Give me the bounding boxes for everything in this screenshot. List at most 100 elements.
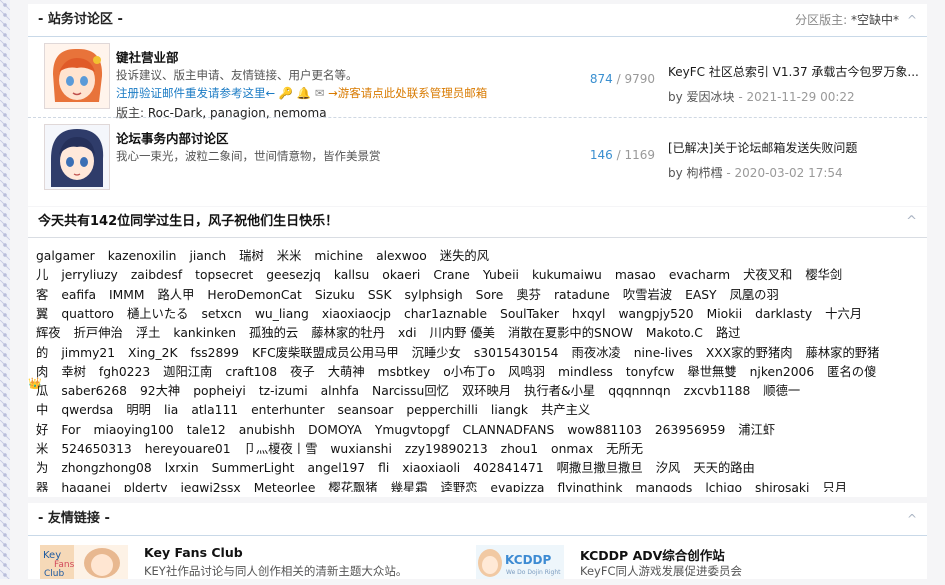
birthday-user-link[interactable]: 儿 (36, 268, 48, 282)
birthday-user-link[interactable]: mangods (635, 481, 692, 492)
birthday-user-link[interactable]: geesezjq (266, 268, 321, 282)
birthday-user-link[interactable]: msbtkey (378, 365, 431, 379)
birthday-user-link[interactable]: kankinken (173, 326, 236, 340)
birthday-user-link[interactable]: xdi (398, 326, 417, 340)
birthday-user-link[interactable]: 藤林家的野猪 (806, 346, 880, 360)
birthday-user-link[interactable]: galgamer (36, 249, 95, 263)
birthday-user-link[interactable]: nine-lives (634, 346, 693, 360)
birthday-user-link[interactable]: XXX家的野猪肉 (706, 346, 793, 360)
birthday-user-link[interactable]: michine (314, 249, 363, 263)
birthday-user-link[interactable]: saber6268 (61, 384, 127, 398)
birthday-user-link[interactable]: 迷失的风 (440, 249, 489, 263)
kcddp-logo[interactable]: KCDDP We Do Dojin Right (476, 545, 564, 579)
birthday-user-link[interactable]: tale12 (187, 423, 226, 437)
birthday-user-link[interactable]: kazenoxilin (108, 249, 177, 263)
birthday-user-link[interactable]: zxcvb1188 (684, 384, 751, 398)
birthday-user-link[interactable]: 浦江虾 (738, 423, 775, 437)
birthday-user-link[interactable]: njken2006 (750, 365, 815, 379)
birthday-user-link[interactable]: wu_liang (255, 307, 309, 321)
birthday-user-link[interactable]: liangk (491, 403, 528, 417)
birthday-user-link[interactable]: 402841471 (473, 461, 543, 475)
birthday-user-link[interactable]: 翼 (36, 307, 48, 321)
birthday-user-link[interactable]: Sore (476, 288, 504, 302)
forum-avatar[interactable] (44, 124, 110, 190)
birthday-user-link[interactable]: 折戸伸治 (74, 326, 123, 340)
friend-link-name[interactable]: Key Fans Club (144, 545, 243, 560)
birthday-user-link[interactable]: xiaoxiaoli (402, 461, 460, 475)
birthday-user-link[interactable]: 逵野恋 (441, 481, 478, 492)
collapse-icon[interactable]: ^ (907, 4, 917, 36)
collapse-icon[interactable]: ^ (907, 503, 917, 535)
birthday-user-link[interactable]: setxcn (201, 307, 241, 321)
birthday-user-link[interactable]: alnhfa (321, 384, 359, 398)
birthday-user-link[interactable]: KFC废柴联盟成员公用马甲 (252, 346, 399, 360)
birthday-user-link[interactable]: seansoar (338, 403, 394, 417)
birthday-user-link[interactable]: lchigo (705, 481, 742, 492)
birthday-user-link[interactable]: atla111 (191, 403, 238, 417)
birthday-user-link[interactable]: zhongzhong08 (61, 461, 151, 475)
birthday-user-link[interactable]: flyingthink (557, 481, 622, 492)
birthday-user-link[interactable]: 辉夜 (36, 326, 61, 340)
birthday-user-link[interactable]: Miokii (707, 307, 743, 321)
forum-title[interactable]: 键社营业部 (116, 47, 179, 66)
birthday-user-link[interactable]: DOMOYA (308, 423, 362, 437)
birthday-user-link[interactable]: tz-izumi (259, 384, 308, 398)
birthday-user-link[interactable]: onmax (551, 442, 593, 456)
birthday-user-link[interactable]: 为 (36, 461, 48, 475)
birthday-user-link[interactable]: haganei (61, 481, 110, 492)
birthday-user-link[interactable]: 只月 (822, 481, 847, 492)
birthday-user-link[interactable]: 天天的路由 (693, 461, 755, 475)
birthday-user-link[interactable]: 沉睡少女 (412, 346, 461, 360)
birthday-user-link[interactable]: 汐风 (656, 461, 681, 475)
birthday-user-link[interactable]: okaeri (382, 268, 420, 282)
birthday-user-link[interactable]: 孤独的云 (249, 326, 298, 340)
birthday-user-link[interactable]: 瓜 (36, 384, 48, 398)
birthday-user-link[interactable]: lxrxin (165, 461, 199, 475)
birthday-user-link[interactable]: o小布丁o (443, 365, 495, 379)
birthday-user-link[interactable]: IMMM (109, 288, 144, 302)
birthday-user-link[interactable]: wuxianshi (330, 442, 392, 456)
last-post-user[interactable]: 爱因冰块 (687, 90, 735, 104)
birthday-user-link[interactable]: EASY (685, 288, 717, 302)
last-post-title[interactable]: KeyFC 社区总索引 V1.37 承载古今包罗万象... (668, 63, 926, 80)
birthday-user-link[interactable]: 瑞树 (239, 249, 264, 263)
birthday-user-link[interactable]: Ymugvtopgf (375, 423, 450, 437)
birthday-user-link[interactable]: 共产主义 (541, 403, 590, 417)
birthday-user-link[interactable]: Meteorlee (254, 481, 316, 492)
birthday-user-link[interactable]: 器 (36, 481, 48, 492)
forum-avatar[interactable] (44, 43, 110, 109)
birthday-user-link[interactable]: anubishh (239, 423, 295, 437)
birthday-user-link[interactable]: ieqwj2ssx (181, 481, 241, 492)
birthday-user-link[interactable]: kukumaiwu (532, 268, 602, 282)
birthday-user-link[interactable]: 犬夜叉和 (743, 268, 792, 282)
birthday-user-link[interactable]: 啊撒旦撒旦撒旦 (557, 461, 643, 475)
birthday-user-link[interactable]: 凤凰の羽 (730, 288, 779, 302)
last-post-title[interactable]: [已解决]关于论坛邮箱发送失败问题 (668, 139, 926, 156)
birthday-user-link[interactable]: 幾星霜 (391, 481, 428, 492)
last-post-user[interactable]: 枸栉樰 (687, 166, 723, 180)
birthday-user-link[interactable]: jianch (189, 249, 226, 263)
birthday-user-link[interactable]: Xing_2K (128, 346, 177, 360)
birthday-user-link[interactable]: jerryliuzy (61, 268, 118, 282)
birthday-user-link[interactable]: 无所无 (606, 442, 643, 456)
birthday-user-link[interactable]: 执行者&小星 (524, 384, 595, 398)
birthday-user-link[interactable]: quattoro (61, 307, 114, 321)
birthday-user-link[interactable]: 米 (36, 442, 48, 456)
keyfc-logo[interactable]: Key Fans Club (40, 545, 128, 579)
birthday-user-link[interactable]: 米米 (277, 249, 302, 263)
birthday-user-link[interactable]: tonyfcw (626, 365, 675, 379)
birthday-user-link[interactable]: 大萌神 (328, 365, 365, 379)
birthday-user-link[interactable]: pepperchilli (406, 403, 478, 417)
birthday-user-link[interactable]: qwerdsa (61, 403, 113, 417)
birthday-user-link[interactable]: 好 (36, 423, 48, 437)
birthday-user-link[interactable]: char1aznable (404, 307, 487, 321)
birthday-user-link[interactable]: ratadune (554, 288, 610, 302)
birthday-user-link[interactable]: 的 (36, 346, 48, 360)
birthday-user-link[interactable]: 浮土 (136, 326, 161, 340)
birthday-user-link[interactable]: 路人甲 (158, 288, 195, 302)
birthday-user-link[interactable]: zzy19890213 (405, 442, 488, 456)
birthday-user-link[interactable]: wow881103 (567, 423, 642, 437)
birthday-user-link[interactable]: 中 (36, 403, 48, 417)
birthday-user-link[interactable]: SSK (368, 288, 392, 302)
birthday-user-link[interactable]: 卩灬榎夜丨雪 (244, 442, 318, 456)
